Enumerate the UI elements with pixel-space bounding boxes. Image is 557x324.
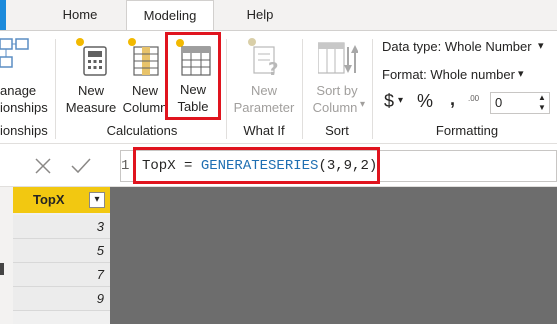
relationships-icon	[0, 38, 29, 68]
cancel-formula-icon[interactable]	[34, 157, 52, 175]
sort-by-column-line1: Sort by	[316, 83, 358, 98]
decimal-places-input[interactable]: 0 ▲ ▼	[490, 92, 550, 114]
table-row[interactable]: 7	[13, 263, 110, 287]
svg-text:?: ?	[268, 59, 278, 79]
chevron-down-icon: ▾	[398, 95, 404, 106]
new-measure-button[interactable]: New Measure	[62, 33, 120, 119]
ribbon-tab-bar: Home Modeling Help	[0, 0, 557, 30]
new-column-line1: New	[131, 83, 158, 98]
group-divider	[55, 39, 56, 139]
sort-group-label: Sort	[325, 123, 349, 138]
decimal-places-icon: .00	[468, 89, 490, 113]
group-divider	[372, 39, 373, 139]
formula-args: (3,9,2)	[318, 158, 378, 174]
new-parameter-line2: Parameter	[233, 100, 295, 115]
stepper-up-icon[interactable]: ▲	[538, 93, 546, 103]
format-label: Format: Whole number	[382, 67, 515, 82]
new-parameter-button[interactable]: ? New Parameter	[228, 33, 300, 119]
table-row[interactable]: 3	[13, 215, 110, 239]
formula-line-number: 1	[121, 158, 130, 174]
chevron-down-icon: ▾	[94, 194, 100, 205]
percent-format-button[interactable]: %	[417, 91, 439, 115]
new-parameter-line1: New	[250, 83, 277, 98]
table-view-icon[interactable]	[0, 263, 4, 275]
new-measure-line1: New	[77, 83, 104, 98]
sort-by-column-line2: Column	[312, 100, 358, 115]
relationships-group-label: ionships	[0, 123, 48, 138]
column-header-label: TopX	[33, 192, 65, 207]
manage-relationships-line1: anage	[0, 83, 37, 98]
calculations-group-label: Calculations	[106, 123, 178, 138]
currency-icon: $	[384, 91, 395, 111]
view-sidebar	[0, 187, 13, 324]
column-filter-dropdown[interactable]: ▾	[89, 192, 105, 208]
chevron-down-icon: ▾	[538, 40, 544, 52]
table-row[interactable]: 5	[13, 239, 110, 263]
manage-relationships-line2: ionships	[0, 100, 48, 115]
formula-bar: 1 TopX = GENERATESERIES(3,9,2)	[0, 143, 557, 187]
new-column-icon	[128, 38, 159, 76]
data-type-dropdown[interactable]: Data type: Whole Number ▾	[382, 39, 552, 59]
sort-by-column-icon	[318, 42, 358, 74]
formula-text: TopX = GENERATESERIES(3,9,2)	[142, 158, 377, 174]
decimal-icon-label: .00	[468, 94, 480, 103]
data-table: TopX ▾ 3 5 7 9	[13, 187, 110, 324]
new-table-line1: New	[179, 82, 206, 97]
table-row[interactable]: 9	[13, 287, 110, 311]
new-table-line2: Table	[177, 99, 209, 114]
new-table-button[interactable]: New Table	[165, 32, 221, 120]
formula-highlight: TopX = GENERATESERIES(3,9,2)	[133, 147, 380, 184]
sort-by-column-button[interactable]: Sort by Column ▾	[304, 33, 370, 119]
chevron-down-icon: ▾	[360, 99, 366, 110]
group-divider	[302, 39, 303, 139]
decimal-places-value: 0	[495, 95, 503, 110]
manage-relationships-button[interactable]: anage ionships	[0, 33, 52, 119]
column-header-topx[interactable]: TopX ▾	[13, 187, 110, 213]
tab-home[interactable]: Home	[50, 0, 110, 30]
new-column-button[interactable]: New Column	[120, 33, 170, 119]
what-if-group-label: What If	[243, 123, 285, 138]
ribbon: anage ionships ionships New Measure New …	[0, 30, 557, 143]
new-measure-line2: Measure	[65, 100, 117, 115]
formula-prefix: TopX =	[142, 158, 201, 174]
file-tab-edge[interactable]	[0, 0, 6, 30]
calculator-icon	[76, 38, 107, 76]
formatting-group-label: Formatting	[435, 123, 499, 138]
comma-format-button[interactable]: ,	[450, 89, 462, 113]
commit-formula-icon[interactable]	[70, 157, 92, 175]
stepper-down-icon[interactable]: ▼	[538, 103, 546, 113]
what-if-parameter-icon: ?	[248, 38, 278, 79]
new-table-icon	[176, 39, 211, 76]
group-divider	[226, 39, 227, 139]
tab-help[interactable]: Help	[232, 0, 288, 30]
format-dropdown[interactable]: Format: Whole number ▾	[382, 67, 532, 87]
tab-modeling[interactable]: Modeling	[126, 0, 214, 30]
new-column-line2: Column	[122, 100, 168, 115]
data-type-label: Data type: Whole Number	[382, 39, 532, 54]
formula-function: GENERATESERIES	[200, 158, 319, 174]
currency-format-button[interactable]: $ ▾	[384, 91, 414, 115]
chevron-down-icon: ▾	[518, 68, 524, 80]
